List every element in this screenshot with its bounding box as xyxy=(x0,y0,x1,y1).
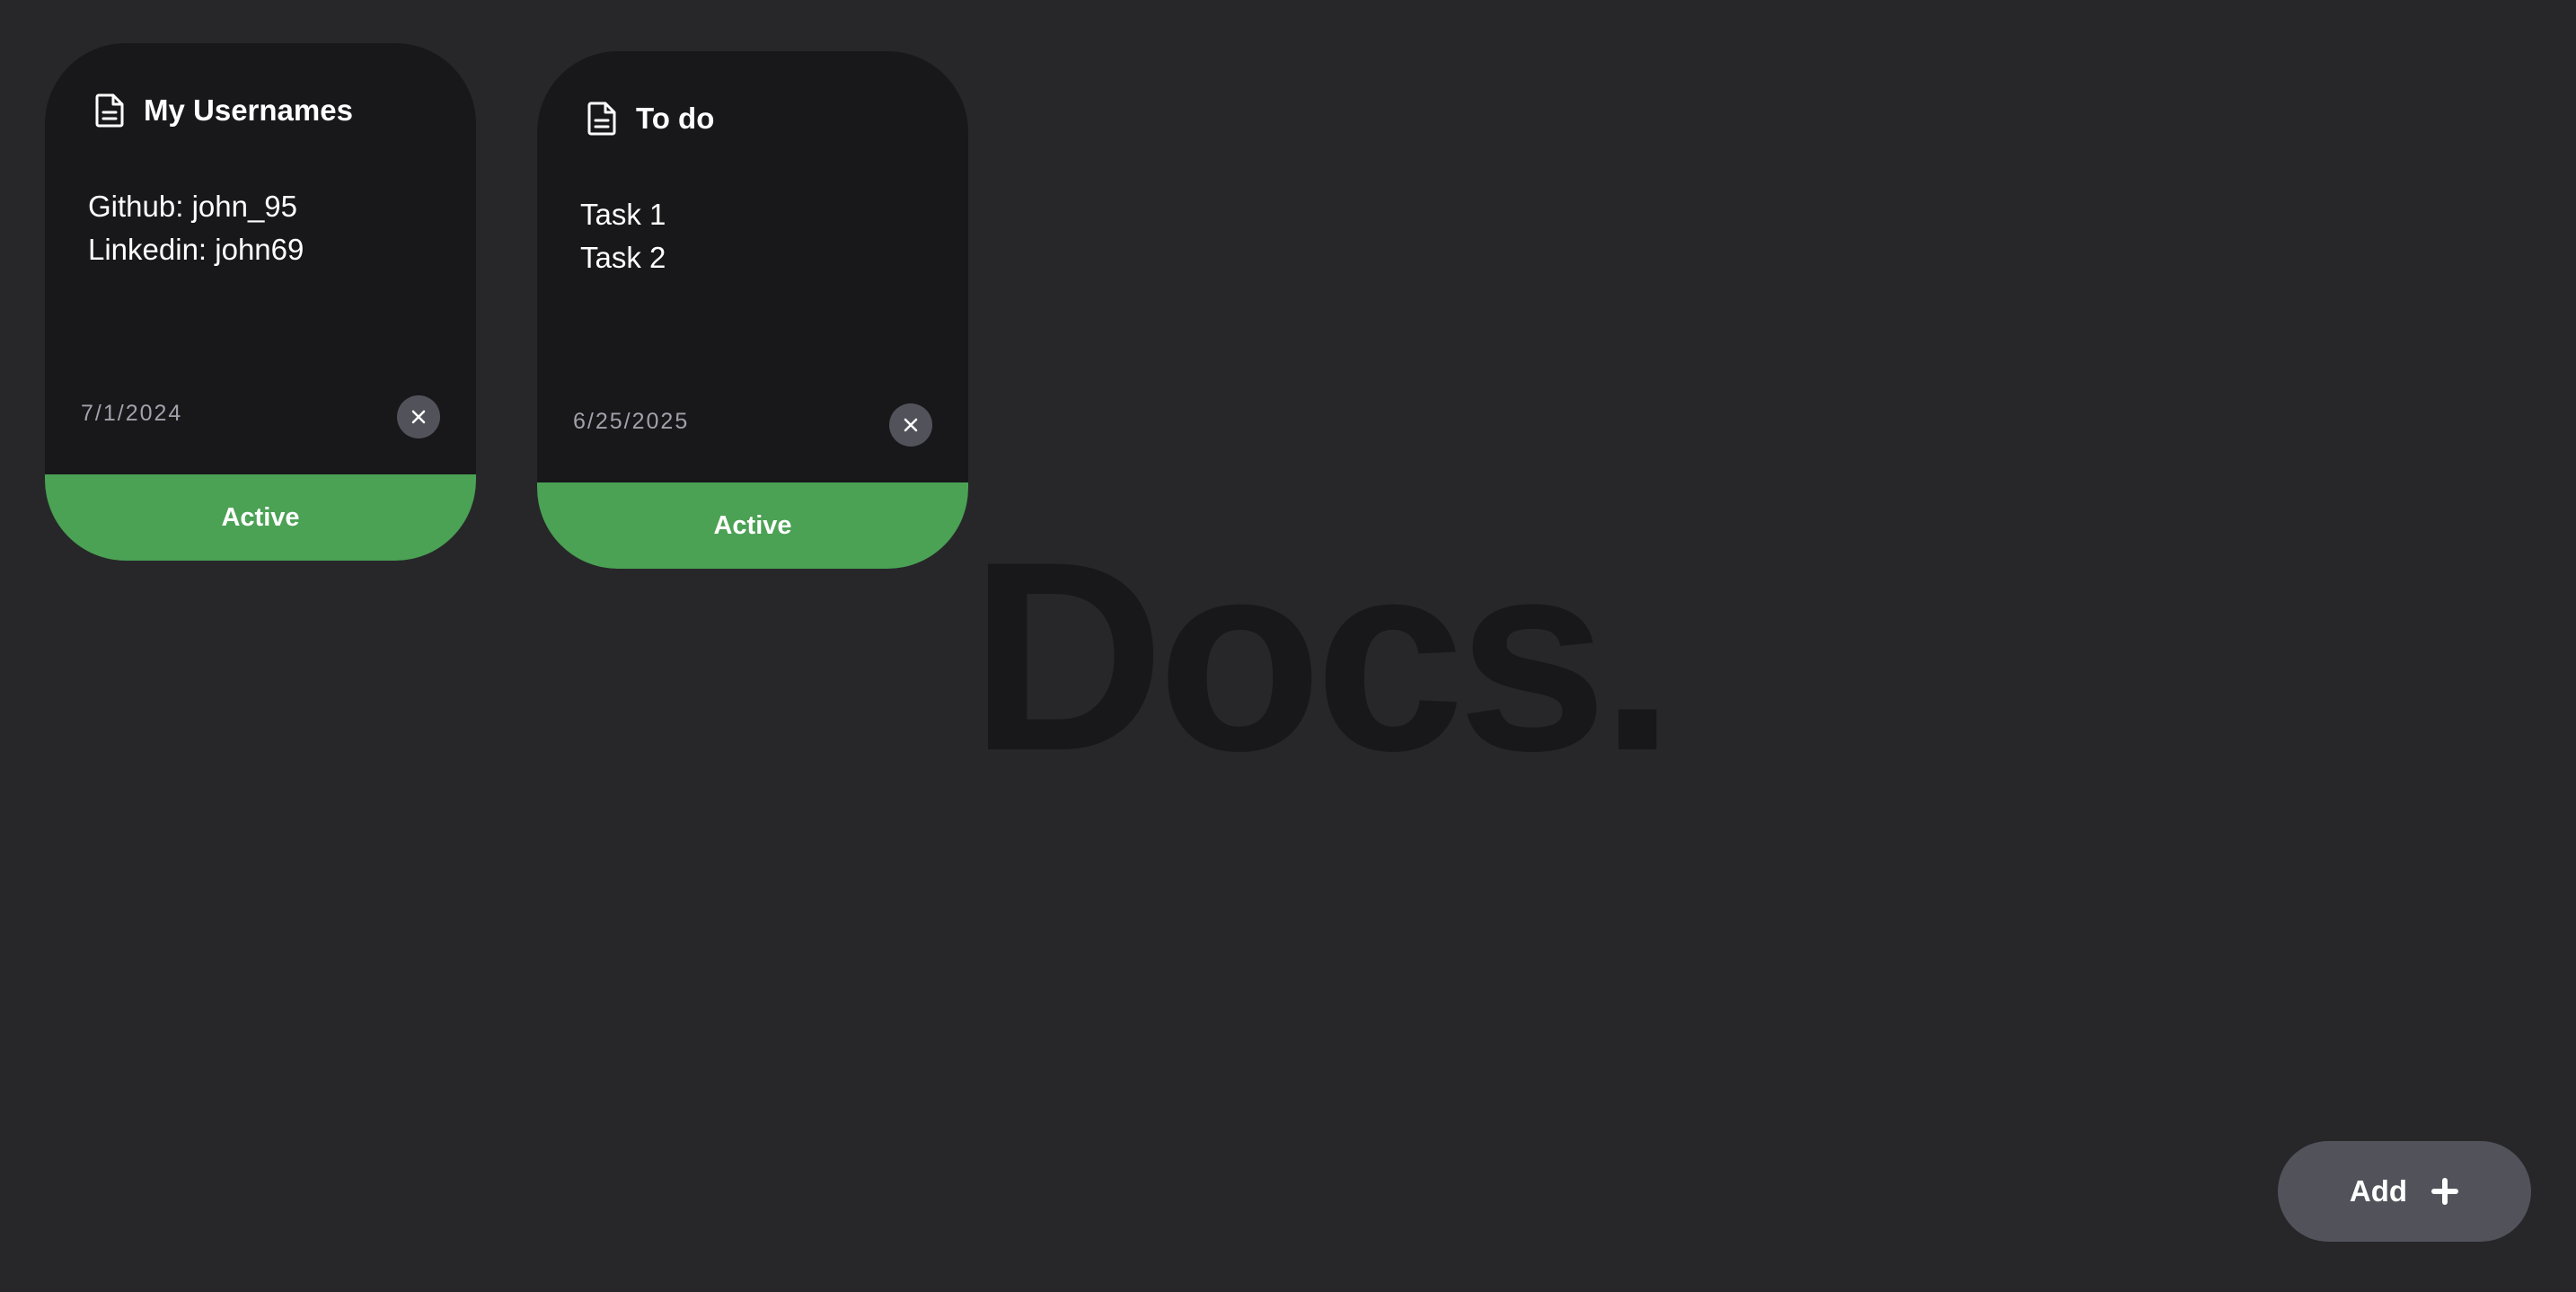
close-icon xyxy=(903,417,919,433)
card-date: 6/25/2025 xyxy=(573,409,690,434)
card-title: To do xyxy=(636,102,715,135)
card-header: My Usernames xyxy=(95,93,353,128)
document-icon xyxy=(95,93,124,128)
status-bar[interactable]: Active xyxy=(45,474,476,561)
docs-watermark: Docs. xyxy=(970,505,1675,807)
doc-card[interactable]: To do Task 1 Task 2 6/25/2025 Active xyxy=(537,51,968,569)
close-icon xyxy=(410,409,427,425)
delete-button[interactable] xyxy=(397,395,440,438)
doc-card[interactable]: My Usernames Github: john_95 Linkedin: j… xyxy=(45,43,476,561)
card-content[interactable]: Github: john_95 Linkedin: john69 xyxy=(88,185,447,271)
card-content-line: Task 1 xyxy=(580,198,666,231)
document-icon xyxy=(587,102,616,136)
add-button[interactable]: Add xyxy=(2278,1141,2531,1242)
card-title: My Usernames xyxy=(144,93,353,127)
card-content[interactable]: Task 1 Task 2 xyxy=(580,193,940,279)
card-content-line: Task 2 xyxy=(580,241,666,274)
add-button-label: Add xyxy=(2349,1174,2408,1208)
card-content-line: Linkedin: john69 xyxy=(88,233,304,266)
status-bar[interactable]: Active xyxy=(537,482,968,569)
card-date: 7/1/2024 xyxy=(81,401,183,426)
delete-button[interactable] xyxy=(889,403,932,447)
card-header: To do xyxy=(587,102,714,136)
plus-icon xyxy=(2430,1177,2459,1206)
card-content-line: Github: john_95 xyxy=(88,190,298,223)
